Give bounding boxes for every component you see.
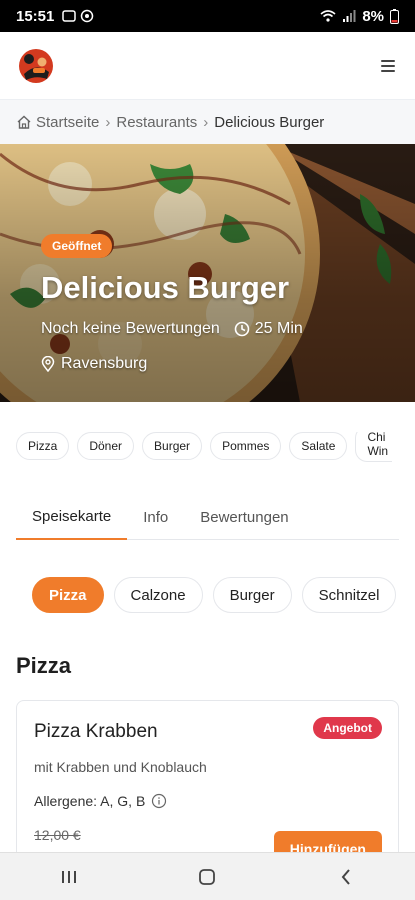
menu-item-name: Pizza Krabben (34, 721, 158, 742)
recents-icon[interactable] (49, 857, 89, 897)
menu-item-description: mit Krabben und Knoblauch (34, 759, 207, 775)
menu-category-calzone[interactable]: Calzone (113, 577, 203, 613)
tab-speisekarte[interactable]: Speisekarte (16, 494, 128, 540)
tab-info[interactable]: Info (127, 494, 184, 540)
menu-category-pills: Pizza Calzone Burger Schnitzel (32, 577, 415, 613)
category-chip-salate[interactable]: Salate (289, 432, 348, 460)
restaurant-tabs: Speisekarte Info Bewertungen (16, 494, 399, 540)
system-navigation-bar (0, 852, 415, 900)
home-icon[interactable] (16, 114, 32, 130)
menu-line (381, 59, 395, 62)
menu-item-card: Pizza Krabben Angebot mit Krabben und Kn… (16, 700, 399, 870)
breadcrumb-current: Delicious Burger (214, 113, 325, 131)
restaurant-meta: Noch keine Bewertungen 25 Min (41, 320, 303, 338)
rating-text: Noch keine Bewertungen (41, 320, 220, 337)
status-bar: 15:51 8% (0, 0, 415, 32)
chevron-right-icon: › (203, 113, 209, 131)
menu-section-title: Pizza (16, 653, 72, 678)
chevron-right-icon: › (105, 113, 111, 131)
category-chips: Pizza Döner Burger Pommes Salate Chi Win (16, 432, 415, 462)
location-pin-icon (41, 356, 55, 372)
allergens-text: Allergene: A, G, B (34, 793, 146, 809)
back-icon[interactable] (326, 857, 366, 897)
menu-category-burger[interactable]: Burger (212, 577, 292, 613)
home-nav-icon[interactable] (187, 857, 227, 897)
category-chip-doener[interactable]: Döner (77, 432, 135, 460)
notification-icon (62, 10, 77, 22)
breadcrumb: Startseite › Restaurants › Delicious Bur… (0, 100, 415, 144)
category-chip-pommes[interactable]: Pommes (210, 432, 282, 460)
battery-percent: 8% (362, 7, 384, 25)
menu-item-old-price: 12,00 € (34, 827, 81, 843)
status-notification-icons (62, 9, 94, 23)
breadcrumb-home[interactable]: Startseite (36, 114, 99, 131)
category-chip-line: Win (367, 444, 389, 458)
menu-line (381, 64, 395, 67)
category-chip-chicken-wings[interactable]: Chi Win (355, 432, 393, 462)
menu-category-pizza[interactable]: Pizza (32, 577, 104, 613)
category-chip-burger[interactable]: Burger (142, 432, 203, 460)
breadcrumb-restaurants[interactable]: Restaurants (116, 114, 197, 131)
open-status-badge: Geöffnet (41, 234, 113, 258)
status-right: 8% (320, 8, 399, 25)
info-icon[interactable] (151, 793, 167, 809)
menu-item-allergens: Allergene: A, G, B (34, 793, 167, 809)
signal-icon (343, 10, 356, 22)
delivery-time: 25 Min (234, 320, 303, 338)
restaurant-title: Delicious Burger (41, 270, 290, 305)
location-text: Ravensburg (61, 355, 148, 372)
restaurant-location: Ravensburg (41, 355, 147, 373)
delivery-time-value: 25 Min (254, 320, 303, 337)
menu-line (381, 69, 395, 72)
menu-category-schnitzel[interactable]: Schnitzel (301, 577, 397, 613)
clock-icon (234, 321, 250, 337)
status-time: 15:51 (16, 7, 55, 25)
hamburger-menu-icon[interactable] (377, 58, 399, 74)
top-navigation (0, 32, 415, 100)
wifi-icon (320, 10, 336, 22)
battery-icon (390, 8, 399, 24)
category-chip-line: Chi (367, 432, 386, 444)
category-chip-pizza[interactable]: Pizza (16, 432, 70, 460)
tab-bewertungen[interactable]: Bewertungen (184, 494, 304, 540)
offer-badge: Angebot (313, 717, 382, 739)
restaurant-hero: Geöffnet Delicious Burger Noch keine Bew… (0, 144, 415, 402)
restaurant-logo[interactable] (16, 46, 56, 86)
chrome-icon (81, 9, 94, 23)
